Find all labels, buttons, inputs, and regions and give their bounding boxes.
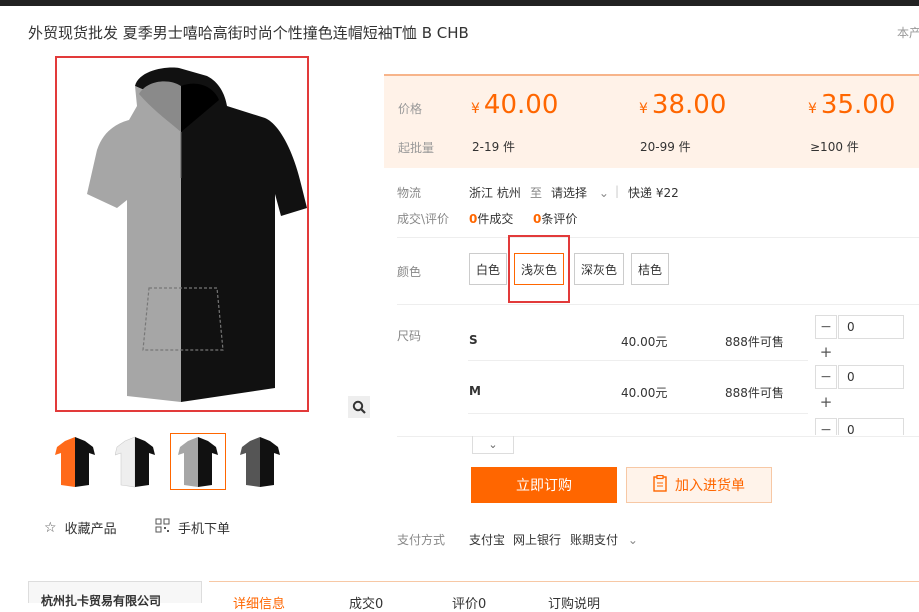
- thumbnail-1[interactable]: [47, 433, 103, 490]
- payment-online-bank: 网上银行: [513, 533, 562, 547]
- zoom-icon[interactable]: [348, 396, 370, 418]
- qty-tier-3: ≥100 件: [810, 140, 859, 154]
- product-title: 外贸现货批发 夏季男士嘻哈高街时尚个性撞色连帽短袖T恤 B CHB: [28, 24, 469, 42]
- divider: [468, 360, 808, 361]
- deals-count[interactable]: 0件成交: [469, 210, 513, 227]
- color-option-darkgray[interactable]: 深灰色: [574, 253, 624, 285]
- qty-tier-2: 20-99 件: [640, 140, 691, 154]
- hoodie-image: [87, 67, 307, 403]
- clipboard-icon: [653, 474, 667, 496]
- add-to-cart-label: 加入进货单: [675, 478, 745, 494]
- star-icon: ☆: [44, 519, 57, 536]
- highlight-box: [508, 235, 570, 303]
- payment-label: 支付方式: [397, 533, 446, 547]
- color-option-orange[interactable]: 桔色: [631, 253, 669, 285]
- payment-alipay: 支付宝: [469, 533, 506, 547]
- qty-tier-1: 2-19 件: [472, 140, 516, 154]
- logistics-from: 浙江 杭州: [469, 186, 521, 200]
- price-tier-3: ¥35.00: [808, 90, 896, 120]
- express-fee: 快递 ¥22: [628, 186, 679, 200]
- size-stock: 888件可售: [725, 335, 784, 349]
- size-row-3: − 0: [468, 418, 919, 435]
- price-tier-1: ¥40.00: [471, 90, 559, 120]
- size-name: S: [469, 333, 478, 347]
- qty-minus-button[interactable]: −: [815, 315, 837, 339]
- title-right-text: 本产: [897, 26, 919, 40]
- qty-input[interactable]: 0: [838, 418, 904, 435]
- add-to-cart-button[interactable]: 加入进货单: [626, 467, 772, 503]
- top-bar: [0, 0, 919, 6]
- price-tier-2: ¥38.00: [639, 90, 727, 120]
- logistics-label: 物流: [397, 186, 422, 200]
- buy-now-button[interactable]: 立即订购: [471, 467, 617, 503]
- company-name[interactable]: 杭州扎卡贸易有限公司: [28, 581, 202, 608]
- size-label: 尺码: [397, 329, 422, 343]
- price-label: 价格: [398, 102, 423, 116]
- qty-plus-button[interactable]: +: [815, 341, 837, 363]
- thumbnail-3[interactable]: [170, 433, 226, 490]
- size-price: 40.00元: [621, 386, 668, 400]
- main-product-image[interactable]: [55, 56, 309, 412]
- divider: [397, 304, 919, 305]
- reviews-count[interactable]: 0条评价: [533, 210, 577, 227]
- stats-label: 成交\评价: [397, 212, 450, 226]
- color-label: 颜色: [397, 265, 422, 279]
- qty-input[interactable]: 0: [838, 365, 904, 389]
- divider: [468, 413, 808, 414]
- price-panel: 价格 起批量 ¥40.00 2-19 件 ¥38.00 20-99 件 ¥35.…: [384, 74, 919, 168]
- favorite-button[interactable]: ☆ 收藏产品: [44, 518, 117, 538]
- favorite-label: 收藏产品: [64, 522, 117, 537]
- size-row-s: S 40.00元 888件可售 − 0 +: [468, 315, 919, 370]
- chevron-down-icon: ⌄: [627, 533, 638, 547]
- mobile-order-button[interactable]: 手机下单: [155, 518, 230, 537]
- size-name: M: [469, 384, 481, 398]
- moq-label: 起批量: [398, 141, 435, 155]
- qty-minus-button[interactable]: −: [815, 418, 837, 435]
- separator: |: [615, 184, 620, 198]
- payment-credit[interactable]: 账期支付 ⌄: [570, 531, 638, 548]
- thumbnail-4[interactable]: [232, 433, 288, 490]
- expand-sizes-chevron-icon[interactable]: ⌄: [472, 436, 514, 454]
- logistics-to-word: 至: [530, 186, 543, 200]
- thumbnail-2[interactable]: [107, 433, 163, 490]
- qty-plus-button[interactable]: +: [815, 391, 837, 413]
- detail-tabs: 详细信息 成交0 评价0 订购说明: [209, 581, 919, 612]
- mobile-order-label: 手机下单: [178, 522, 231, 537]
- qty-minus-button[interactable]: −: [815, 365, 837, 389]
- logistics-destination-select[interactable]: 请选择 ⌄: [551, 184, 609, 201]
- qr-code-icon: [155, 518, 170, 537]
- size-stock: 888件可售: [725, 386, 784, 400]
- qty-input[interactable]: 0: [838, 315, 904, 339]
- size-price: 40.00元: [621, 335, 668, 349]
- chevron-down-icon: ⌄: [598, 186, 609, 200]
- color-option-white[interactable]: 白色: [469, 253, 507, 285]
- divider: [397, 237, 919, 238]
